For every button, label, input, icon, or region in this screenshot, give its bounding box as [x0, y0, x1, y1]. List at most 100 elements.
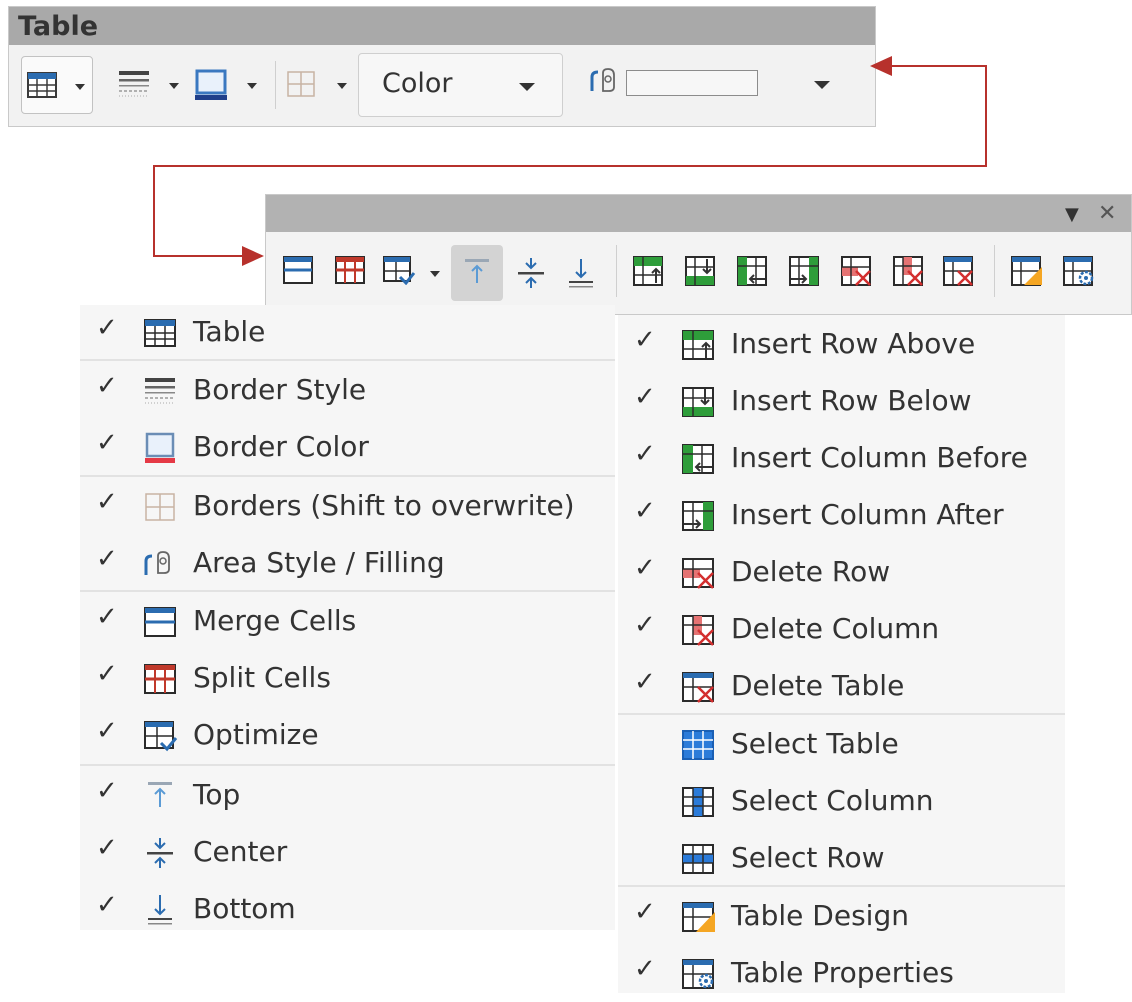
- table-properties-icon[interactable]: [1062, 255, 1096, 287]
- menu-item-label: Select Column: [731, 784, 934, 817]
- check-icon: ✓: [634, 496, 656, 526]
- menu-item-borders[interactable]: ✓ Borders (Shift to overwrite): [80, 479, 615, 535]
- table-design-icon[interactable]: [1010, 255, 1044, 287]
- menu-item-label: Insert Column Before: [731, 441, 1028, 474]
- borders-button[interactable]: [281, 56, 353, 114]
- menu-item-table-design[interactable]: ✓ Table Design: [618, 889, 1065, 945]
- arrowhead-icon: [870, 56, 892, 76]
- menu-separator: [80, 359, 615, 361]
- chevron-down-icon: [247, 83, 257, 89]
- area-fill-dropdown[interactable]: Color: [358, 53, 563, 117]
- optimize-icon[interactable]: [382, 255, 416, 285]
- toolbar-title-bar[interactable]: ▼ ✕: [266, 195, 1131, 232]
- insert-row-above-icon[interactable]: [632, 255, 666, 287]
- align-center-icon: [147, 838, 173, 868]
- split-cells-icon[interactable]: [334, 255, 366, 285]
- menu-item-insert-column-after[interactable]: ✓ Insert Column After: [618, 488, 1065, 544]
- menu-item-merge-cells[interactable]: ✓ Merge Cells: [80, 594, 615, 650]
- menu-item-select-row[interactable]: Select Row: [618, 831, 1065, 887]
- menu-item-label: Insert Column After: [731, 498, 1004, 531]
- menu-item-delete-column[interactable]: ✓ Delete Column: [618, 602, 1065, 658]
- check-icon: ✓: [634, 954, 656, 984]
- borders-icon: [145, 493, 175, 521]
- chevron-down-icon[interactable]: [814, 81, 830, 89]
- insert-row-below-icon[interactable]: [684, 255, 718, 287]
- menu-item-border-style[interactable]: ✓ Border Style: [80, 363, 615, 419]
- select-row-icon: [682, 844, 714, 874]
- menu-item-top[interactable]: ✓ Top: [80, 768, 615, 824]
- menu-item-select-column[interactable]: Select Column: [618, 774, 1065, 830]
- menu-item-area-style[interactable]: ✓ Area Style / Filling: [80, 536, 615, 592]
- menu-item-label: Select Table: [731, 727, 899, 760]
- align-top-button[interactable]: [451, 245, 503, 301]
- menu-item-delete-row[interactable]: ✓ Delete Row: [618, 545, 1065, 601]
- align-bottom-icon[interactable]: [566, 257, 596, 289]
- delete-column-icon[interactable]: [892, 255, 926, 287]
- select-column-icon: [682, 787, 714, 817]
- borders-icon: [287, 71, 315, 97]
- menu-separator: [618, 885, 1065, 887]
- menu-item-table[interactable]: ✓ Table: [80, 305, 615, 361]
- border-style-button[interactable]: [113, 56, 185, 114]
- check-icon: ✓: [96, 833, 118, 863]
- menu-item-label: Border Color: [193, 430, 369, 463]
- menu-item-label: Delete Column: [731, 612, 940, 645]
- insert-row-below-icon: [682, 387, 714, 417]
- menu-item-insert-row-above[interactable]: ✓ Insert Row Above: [618, 317, 1065, 373]
- separator: [616, 245, 617, 297]
- align-top-icon: [465, 259, 489, 283]
- insert-column-before-icon[interactable]: [736, 255, 770, 287]
- menu-item-border-color[interactable]: ✓ Border Color: [80, 420, 615, 476]
- menu-item-split-cells[interactable]: ✓ Split Cells: [80, 651, 615, 707]
- area-style-icon: [590, 68, 615, 92]
- menu-item-label: Area Style / Filling: [193, 546, 445, 579]
- table-design-icon: [682, 902, 715, 932]
- check-icon: ✓: [96, 544, 118, 574]
- check-icon: ✓: [634, 610, 656, 640]
- menu-item-select-table[interactable]: Select Table: [618, 717, 1065, 773]
- chevron-down-icon[interactable]: [430, 271, 440, 277]
- menu-item-bottom[interactable]: ✓ Bottom: [80, 882, 615, 938]
- area-fill-value-box[interactable]: [626, 70, 758, 96]
- menu-item-insert-row-below[interactable]: ✓ Insert Row Below: [618, 374, 1065, 430]
- check-icon: ✓: [96, 890, 118, 920]
- align-center-icon[interactable]: [516, 257, 546, 289]
- toolbar-title: Table: [18, 11, 99, 42]
- menu-item-center[interactable]: ✓ Center: [80, 825, 615, 881]
- border-color-icon: [145, 432, 175, 463]
- insert-column-after-icon[interactable]: [788, 255, 822, 287]
- border-style-icon: [145, 378, 175, 404]
- check-icon: ✓: [96, 313, 118, 343]
- border-color-icon: [195, 69, 227, 100]
- menu-item-optimize[interactable]: ✓ Optimize: [80, 708, 615, 764]
- merge-cells-icon[interactable]: [282, 255, 314, 285]
- check-icon: ✓: [634, 439, 656, 469]
- border-color-button[interactable]: [191, 56, 263, 114]
- split-cells-icon: [144, 664, 176, 694]
- menu-item-insert-column-before[interactable]: ✓ Insert Column Before: [618, 431, 1065, 487]
- check-icon: ✓: [96, 659, 118, 689]
- toolbar-title-bar[interactable]: Table: [9, 7, 875, 45]
- arrowhead-icon: [242, 246, 264, 266]
- area-style-icon: [144, 551, 170, 575]
- menu-item-label: Table Design: [731, 899, 909, 932]
- delete-row-icon[interactable]: [840, 255, 874, 287]
- toolbar-menu-icon[interactable]: ▼: [1065, 204, 1079, 225]
- check-icon: ✓: [96, 487, 118, 517]
- table-button[interactable]: [21, 56, 93, 114]
- delete-column-icon: [682, 615, 714, 646]
- menu-item-table-properties[interactable]: ✓ Table Properties: [618, 946, 1065, 1002]
- menu-item-label: Top: [193, 778, 241, 811]
- toolbar-body: Color: [9, 45, 875, 126]
- close-icon[interactable]: ✕: [1098, 201, 1116, 226]
- check-icon: ✓: [96, 716, 118, 746]
- chevron-down-icon: [337, 83, 347, 89]
- separator: [994, 245, 995, 297]
- table-toolbar: Table Color: [8, 6, 876, 127]
- menu-item-label: Table Properties: [731, 956, 954, 989]
- menu-item-label: Table: [193, 315, 266, 348]
- table-toolbar-extended: ▼ ✕: [265, 194, 1132, 315]
- menu-item-label: Delete Table: [731, 669, 905, 702]
- menu-item-delete-table[interactable]: ✓ Delete Table: [618, 659, 1065, 715]
- delete-table-icon[interactable]: [942, 255, 976, 287]
